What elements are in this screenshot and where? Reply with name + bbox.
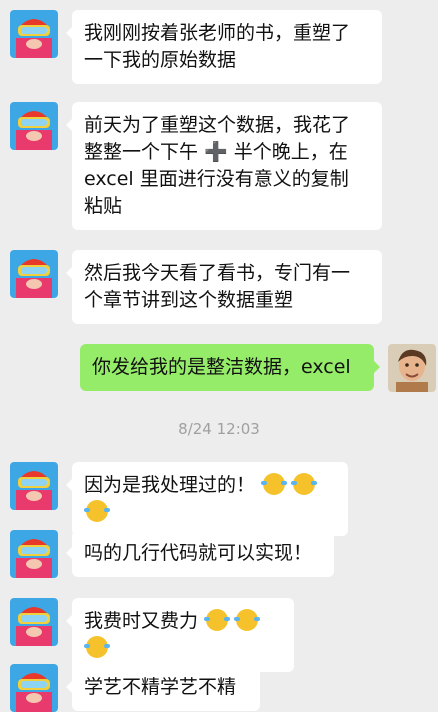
laugh-cry-icon bbox=[204, 609, 231, 631]
message-text: 学艺不精学艺不精 bbox=[84, 676, 237, 698]
contact-avatar[interactable] bbox=[10, 530, 58, 578]
laugh-cry-icon bbox=[291, 473, 318, 495]
laugh-cry-icon bbox=[261, 473, 288, 495]
message-bubble[interactable]: 我刚刚按着张老师的书，重塑了 一下我的原始数据 bbox=[66, 10, 382, 84]
message-line: 我刚刚按着张老师的书，重塑了 bbox=[84, 22, 351, 44]
self-avatar[interactable] bbox=[388, 344, 436, 392]
message-bubble[interactable]: 因为是我处理过的！ bbox=[66, 462, 348, 536]
message-line: 然后我今天看了看书，专门有一 bbox=[84, 262, 351, 284]
message-line: 整整一个下午 ➕ 半个晚上，在 bbox=[84, 141, 348, 163]
chat-timestamp: 8/24 12:03 bbox=[178, 420, 260, 438]
message-line: 你发给我的是整洁数据，excel bbox=[92, 356, 351, 378]
message-bubble[interactable]: 你发给我的是整洁数据，excel bbox=[80, 344, 380, 391]
message-line: 粘贴 bbox=[84, 195, 123, 217]
message-text: 吗的几行代码就可以实现！ bbox=[84, 542, 313, 564]
contact-avatar[interactable] bbox=[10, 664, 58, 712]
contact-avatar[interactable] bbox=[10, 102, 58, 150]
message-bubble[interactable]: 然后我今天看了看书，专门有一 个章节讲到这个数据重塑 bbox=[66, 250, 382, 324]
message-bubble[interactable]: 吗的几行代码就可以实现！ bbox=[66, 530, 334, 577]
message-line: 前天为了重塑这个数据，我花了 bbox=[84, 114, 351, 136]
contact-avatar[interactable] bbox=[10, 10, 58, 58]
laugh-cry-icon bbox=[234, 609, 261, 631]
contact-avatar[interactable] bbox=[10, 250, 58, 298]
message-text: 因为是我处理过的！ bbox=[84, 474, 256, 496]
message-line: excel 里面进行没有意义的复制 bbox=[84, 168, 349, 190]
contact-avatar[interactable] bbox=[10, 462, 58, 510]
contact-avatar[interactable] bbox=[10, 598, 58, 646]
message-text: 我费时又费力 bbox=[84, 610, 199, 632]
message-line: 一下我的原始数据 bbox=[84, 49, 237, 71]
message-bubble[interactable]: 我费时又费力 bbox=[66, 598, 294, 672]
laugh-cry-icon bbox=[84, 500, 110, 522]
laugh-cry-icon bbox=[84, 636, 110, 658]
message-line: 个章节讲到这个数据重塑 bbox=[84, 289, 294, 311]
message-bubble[interactable]: 前天为了重塑这个数据，我花了 整整一个下午 ➕ 半个晚上，在 excel 里面进… bbox=[66, 102, 382, 230]
